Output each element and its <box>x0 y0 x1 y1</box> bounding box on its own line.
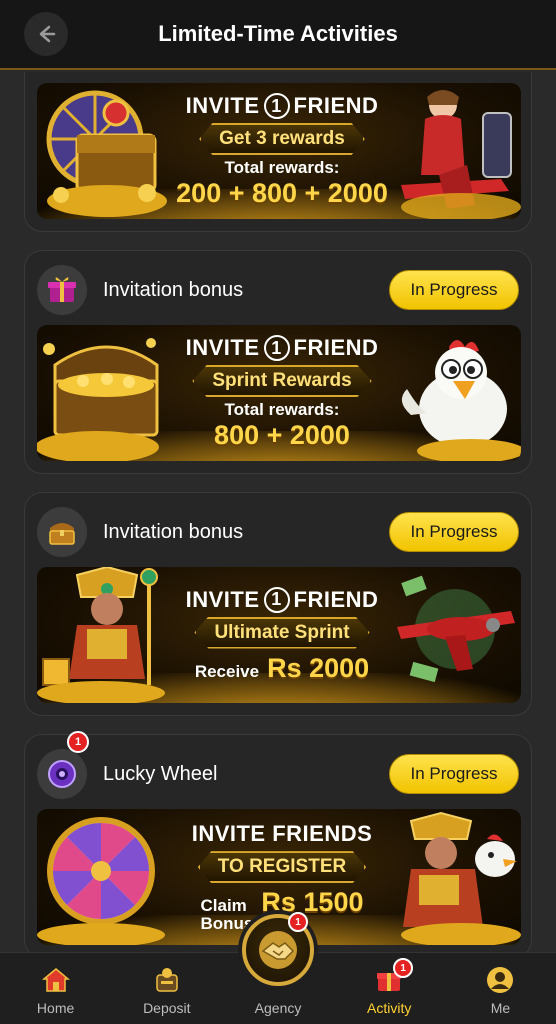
notification-badge: 1 <box>288 912 308 932</box>
gift-box-icon <box>48 277 76 302</box>
profile-icon <box>484 964 516 996</box>
receive-label: Receive <box>194 661 260 681</box>
activities-list[interactable]: INVITE 1 FRIEND Get 3 rewards Total rewa… <box>0 72 556 952</box>
in-progress-button[interactable]: In Progress <box>389 754 519 794</box>
headline-word: FRIEND <box>293 586 379 612</box>
deposit-icon <box>151 964 183 996</box>
page-title: Limited-Time Activities <box>158 21 398 46</box>
invite-headline: INVITE FRIENDS <box>191 821 373 847</box>
claim-word: Claim <box>200 896 247 916</box>
total-rewards-label: Total rewards: <box>224 400 340 419</box>
activity-banner[interactable]: INVITE 1 FRIEND Ultimate Sprint Receive … <box>37 567 521 703</box>
in-progress-button[interactable]: In Progress <box>389 270 519 310</box>
bonus-word: Bonus <box>200 914 254 933</box>
reward-amount: Rs 2000 <box>267 652 370 683</box>
card-header: Invitation bonus In Progress <box>37 507 519 557</box>
card-header: Invitation bonus In Progress <box>37 265 519 315</box>
treasure-chest-icon <box>49 523 75 545</box>
in-progress-button[interactable]: In Progress <box>389 512 519 552</box>
headline-number: 1 <box>263 335 290 361</box>
total-rewards-label: Total rewards: <box>224 158 340 177</box>
agency-center-button[interactable]: 1 <box>242 912 314 986</box>
invite-headline: INVITE 1 FRIEND <box>185 586 379 613</box>
invite-headline: INVITE 1 FRIEND <box>186 335 379 361</box>
nav-label: Deposit <box>143 1000 191 1016</box>
headline-number: 1 <box>263 93 290 119</box>
reward-ribbon: Sprint Rewards <box>192 365 372 397</box>
card-icon <box>37 265 87 315</box>
nav-label: Me <box>490 1000 511 1016</box>
card-title: Lucky Wheel <box>103 762 218 785</box>
nav-activity[interactable]: 1 Activity <box>334 953 445 1024</box>
lucky-wheel-icon <box>48 760 76 788</box>
reward-ribbon: TO REGISTER <box>197 851 367 884</box>
treasure-chest-art <box>37 338 159 461</box>
invite-headline: INVITE 1 FRIEND <box>186 93 379 119</box>
card-icon <box>37 507 87 557</box>
gift-icon: 1 <box>373 958 414 996</box>
aviator-girl-art <box>401 90 521 219</box>
reward-ribbon: Ultimate Sprint <box>194 616 370 649</box>
notification-badge: 1 <box>67 731 89 753</box>
headline-word: INVITE <box>185 335 260 360</box>
headline-number: 1 <box>263 586 290 613</box>
banner-text: INVITE 1 FRIEND Sprint Rewards Total rew… <box>177 325 387 461</box>
treasure-chest-wheel-art <box>46 90 167 217</box>
activity-banner[interactable]: INVITE 1 FRIEND Sprint Rewards Total rew… <box>37 325 521 461</box>
reward-amounts: 200 + 800 + 2000 <box>176 178 388 208</box>
activity-card-invitation-bonus[interactable]: Invitation bonus In Progress INVITE 1 FR… <box>24 492 532 716</box>
back-button[interactable] <box>24 12 68 56</box>
nav-home[interactable]: Home <box>0 953 111 1024</box>
card-header: 1 Lucky Wheel In Progress <box>37 731 519 799</box>
prize-wheel-art <box>37 817 165 945</box>
activity-banner[interactable]: INVITE 1 FRIEND Get 3 rewards Total rewa… <box>37 83 521 219</box>
headline-word: INVITE <box>185 93 260 118</box>
banner-text: INVITE 1 FRIEND Ultimate Sprint Receive … <box>177 567 387 703</box>
nav-label: Home <box>36 1000 75 1016</box>
top-app-bar: Limited-Time Activities <box>0 0 556 70</box>
nav-label: Activity <box>367 1000 412 1016</box>
headline-word: INVITE <box>185 586 260 612</box>
card-title: Invitation bonus <box>103 278 244 301</box>
banner-text: INVITE 1 FRIEND Get 3 rewards Total rewa… <box>176 83 388 219</box>
notification-badge: 1 <box>393 958 414 978</box>
claim-label: Claim Bonus <box>201 897 254 933</box>
reward-amounts: 800 + 2000 <box>214 420 350 450</box>
card-icon: 1 <box>37 731 89 799</box>
arrow-left-icon <box>39 25 56 43</box>
reward-ribbon: Get 3 rewards <box>199 123 365 155</box>
card-title: Invitation bonus <box>103 520 244 543</box>
red-plane-art <box>397 575 515 683</box>
nav-me[interactable]: Me <box>445 953 556 1024</box>
headline-word: FRIEND <box>293 93 379 118</box>
home-icon <box>40 964 72 996</box>
nav-label: Agency <box>254 1000 302 1016</box>
nav-deposit[interactable]: Deposit <box>111 953 222 1024</box>
chicken-mascot-art <box>401 340 521 461</box>
aztec-king-art <box>37 567 165 703</box>
headline-word: FRIEND <box>293 335 379 360</box>
activity-card-invitation-bonus[interactable]: Invitation bonus In Progress INVITE 1 FR… <box>24 250 532 474</box>
handshake-icon <box>259 931 297 969</box>
activity-card-invite-rewards[interactable]: INVITE 1 FRIEND Get 3 rewards Total rewa… <box>24 72 532 232</box>
receive-row: Receive Rs 2000 <box>195 653 369 684</box>
warrior-chicken-art <box>401 811 521 945</box>
